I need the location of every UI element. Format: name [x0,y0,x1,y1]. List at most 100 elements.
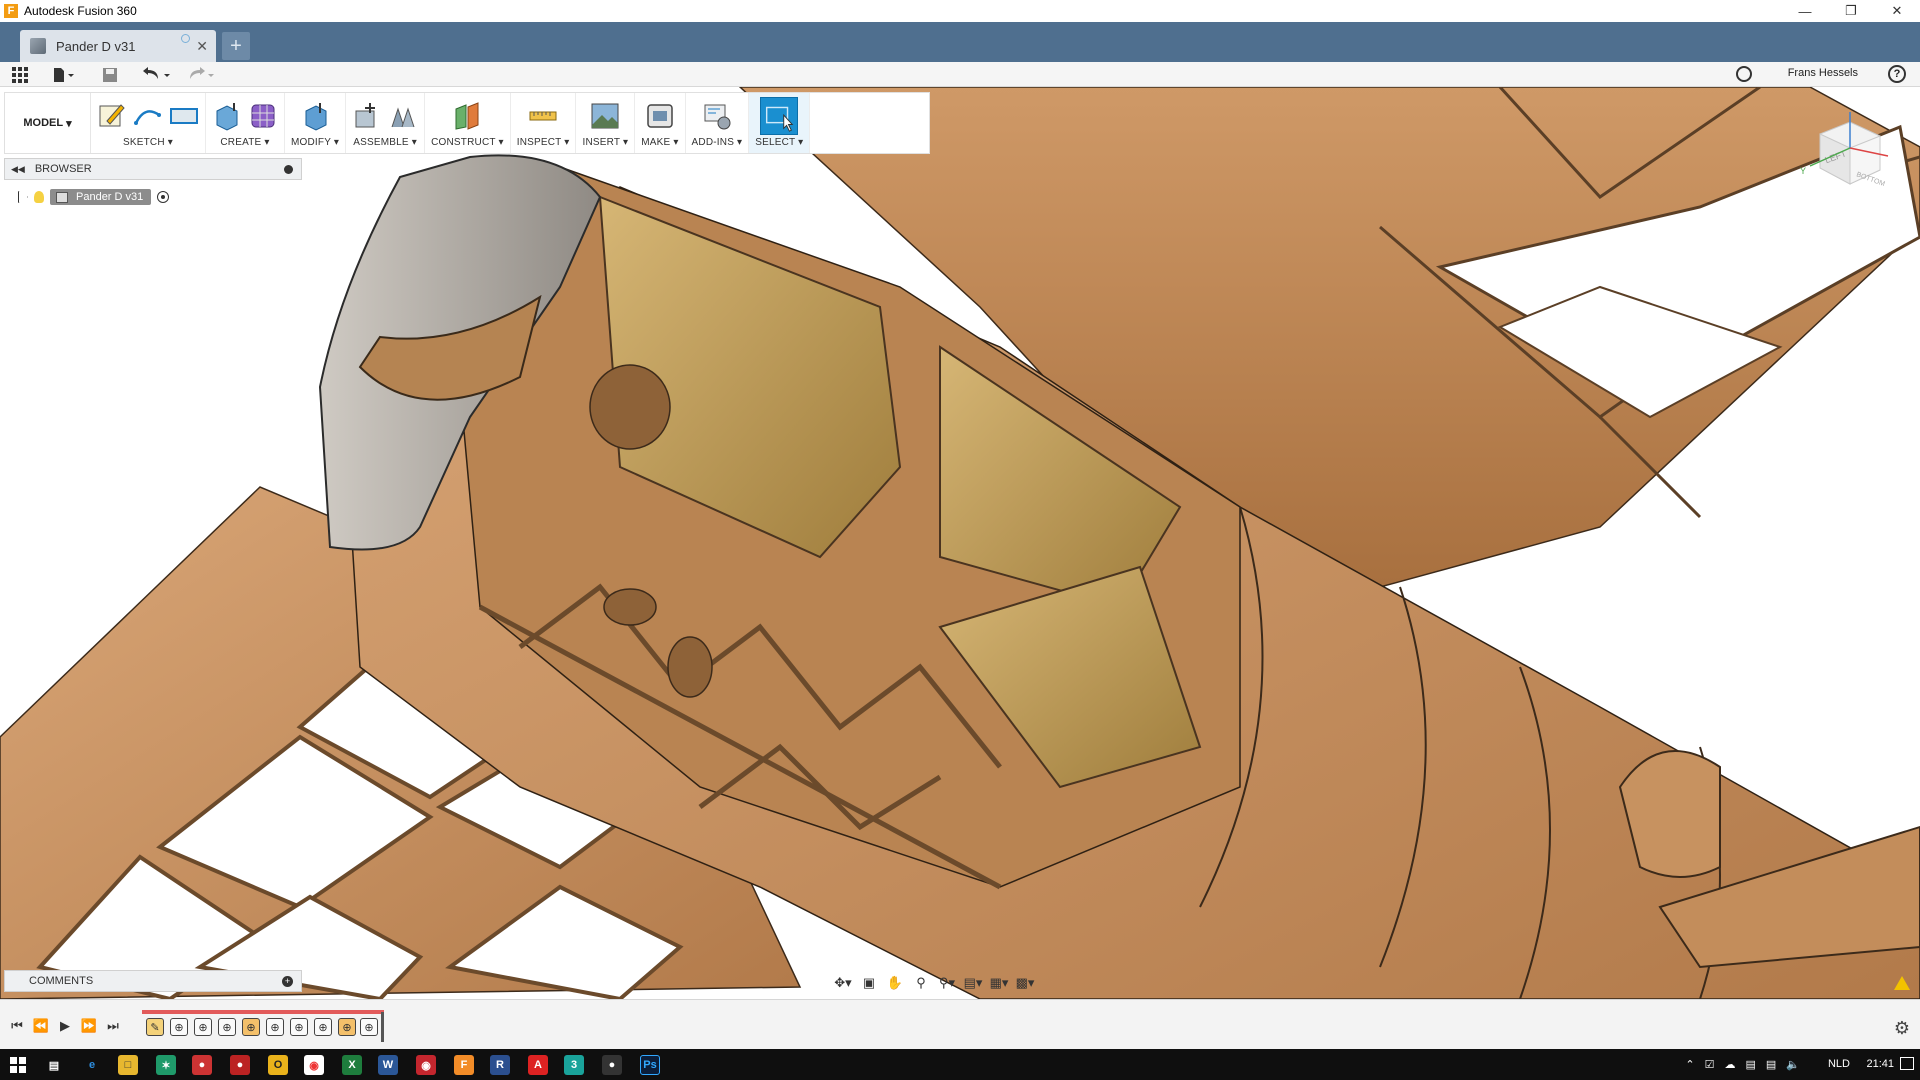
document-tab[interactable]: Pander D v31 ✕ [20,30,216,62]
app-icon[interactable]: ● [230,1055,250,1075]
make-menu-label[interactable]: MAKE [641,137,670,148]
word-icon[interactable]: W [378,1055,398,1075]
timeline-feature-icon[interactable]: ⊕ [194,1018,212,1036]
create-menu-label[interactable]: CREATE [220,137,261,148]
browser-pin-icon[interactable] [284,164,293,174]
timeline-prev-icon[interactable]: ⏪ [32,1018,50,1034]
3d-viewport[interactable] [0,87,1920,999]
network-icon[interactable]: ▤ [1766,1058,1776,1071]
extrude-icon[interactable] [212,101,242,131]
undo-icon[interactable] [142,66,172,83]
clock[interactable]: 21:41 [1866,1058,1894,1070]
press-pull-icon[interactable] [300,101,330,131]
insert-image-icon[interactable] [590,101,620,131]
redo-icon[interactable] [186,66,216,83]
assemble-menu-label[interactable]: ASSEMBLE [353,137,409,148]
timeline-feature-icon[interactable]: ⊕ [218,1018,236,1036]
sketch-menu-label[interactable]: SKETCH [123,137,165,148]
timeline-feature-icon[interactable]: ⊕ [266,1018,284,1036]
look-at-icon[interactable]: ▣ [858,974,880,992]
tray-app-icon[interactable]: ☑ [1705,1058,1715,1071]
select-menu-label[interactable]: SELECT [755,137,795,148]
task-view-icon[interactable]: ▤ [44,1055,64,1075]
create-sketch-icon[interactable] [97,101,127,131]
joint-icon[interactable] [388,101,418,131]
tray-app-icon[interactable]: ☁ [1724,1058,1735,1071]
help-icon[interactable]: ? [1888,65,1906,83]
timeline-feature-icon[interactable]: ⊕ [360,1018,378,1036]
app-icon[interactable]: ✶ [156,1055,176,1075]
display-settings-icon[interactable]: ▤▾ [962,974,984,992]
fit-zoom-icon[interactable]: ⚲▾ [936,974,958,992]
photoshop-icon[interactable]: Ps [640,1055,660,1075]
acrobat-icon[interactable]: A [528,1055,548,1075]
pan-hand-icon[interactable]: ✋ [884,974,906,992]
timeline-last-icon[interactable]: ⏭ [104,1018,122,1034]
excel-icon[interactable]: X [342,1055,362,1075]
new-tab-button[interactable]: + [222,32,250,60]
comments-panel[interactable]: COMMENTS + [4,970,302,992]
timeline-sketch-feature-icon[interactable]: ✎ [146,1018,164,1036]
timeline-marker[interactable] [381,1012,384,1042]
chrome-browser-icon[interactable]: ◉ [304,1055,324,1075]
tray-chevron-icon[interactable]: ⌃ [1685,1058,1694,1071]
app-icon[interactable]: 3 [564,1055,584,1075]
timeline-settings-gear-icon[interactable]: ⚙ [1894,1018,1910,1039]
language-indicator[interactable]: NLD [1828,1058,1850,1070]
edge-browser-icon[interactable]: e [82,1055,102,1075]
notifications-icon[interactable] [1900,1057,1914,1070]
windows-start-icon[interactable] [8,1055,28,1075]
app-icon[interactable]: R [490,1055,510,1075]
viewcube[interactable]: LEFT BOTTOM Y [1800,104,1890,194]
job-status-clock-icon[interactable] [1736,66,1752,82]
add-comment-icon[interactable]: + [282,975,293,987]
timeline-first-icon[interactable]: ⏮ [8,1018,26,1034]
model-render[interactable] [0,87,1920,999]
restore-button[interactable]: ❐ [1828,0,1874,22]
browser-root-item[interactable]: Pander D v31 [50,189,152,205]
construct-menu-label[interactable]: CONSTRUCT [431,137,495,148]
timeline-track[interactable] [142,1010,384,1014]
fusion360-taskbar-icon[interactable]: F [454,1055,474,1075]
timeline-feature-icon[interactable]: ⊕ [170,1018,188,1036]
select-arrow-icon[interactable] [760,97,799,135]
insert-menu-label[interactable]: INSERT [582,137,620,148]
app-icon[interactable]: O [268,1055,288,1075]
offset-plane-icon[interactable] [452,101,482,131]
close-tab-icon[interactable]: ✕ [196,38,208,55]
app-icon[interactable]: ● [602,1055,622,1075]
addins-menu-label[interactable]: ADD-INS [692,137,735,148]
user-account-menu[interactable]: Frans Hessels [1788,67,1858,79]
timeline-joint-feature-icon[interactable]: ⊕ [338,1018,356,1036]
browser-root-node[interactable]: Pander D v31 [18,188,170,206]
viewports-icon[interactable]: ▩▾ [1014,974,1036,992]
modify-menu-label[interactable]: MODIFY [291,137,331,148]
expand-triangle-icon[interactable] [18,191,28,203]
app-icon[interactable]: ◉ [416,1055,436,1075]
minimize-button[interactable]: — [1782,0,1828,22]
scripts-addins-icon[interactable] [702,101,732,131]
measure-icon[interactable] [528,101,558,131]
volume-icon[interactable]: 🔈 [1786,1058,1800,1071]
timeline-play-icon[interactable]: ▶ [56,1018,74,1034]
grid-settings-icon[interactable]: ▦▾ [988,974,1010,992]
inspect-menu-label[interactable]: INSPECT [517,137,562,148]
collapse-panel-icon[interactable]: ◀◀ [11,164,25,175]
file-menu-icon[interactable] [52,66,74,83]
zoom-icon[interactable]: ⚲ [910,974,932,992]
timeline-joint-feature-icon[interactable]: ⊕ [242,1018,260,1036]
app-icon[interactable]: ● [192,1055,212,1075]
3d-print-icon[interactable] [645,101,675,131]
timeline-feature-icon[interactable]: ⊕ [290,1018,308,1036]
new-component-icon[interactable] [352,101,382,131]
tray-app-icon[interactable]: ▤ [1745,1058,1755,1071]
save-icon[interactable] [102,66,118,83]
file-explorer-icon[interactable]: □ [118,1055,138,1075]
data-panel-grid-icon[interactable] [12,66,28,83]
line-tool-icon[interactable] [133,101,163,131]
rectangle-tool-icon[interactable] [169,101,199,131]
form-icon[interactable] [248,101,278,131]
visibility-bulb-icon[interactable] [34,191,44,203]
warning-icon[interactable] [1894,976,1910,990]
activate-radio-icon[interactable] [157,191,170,203]
